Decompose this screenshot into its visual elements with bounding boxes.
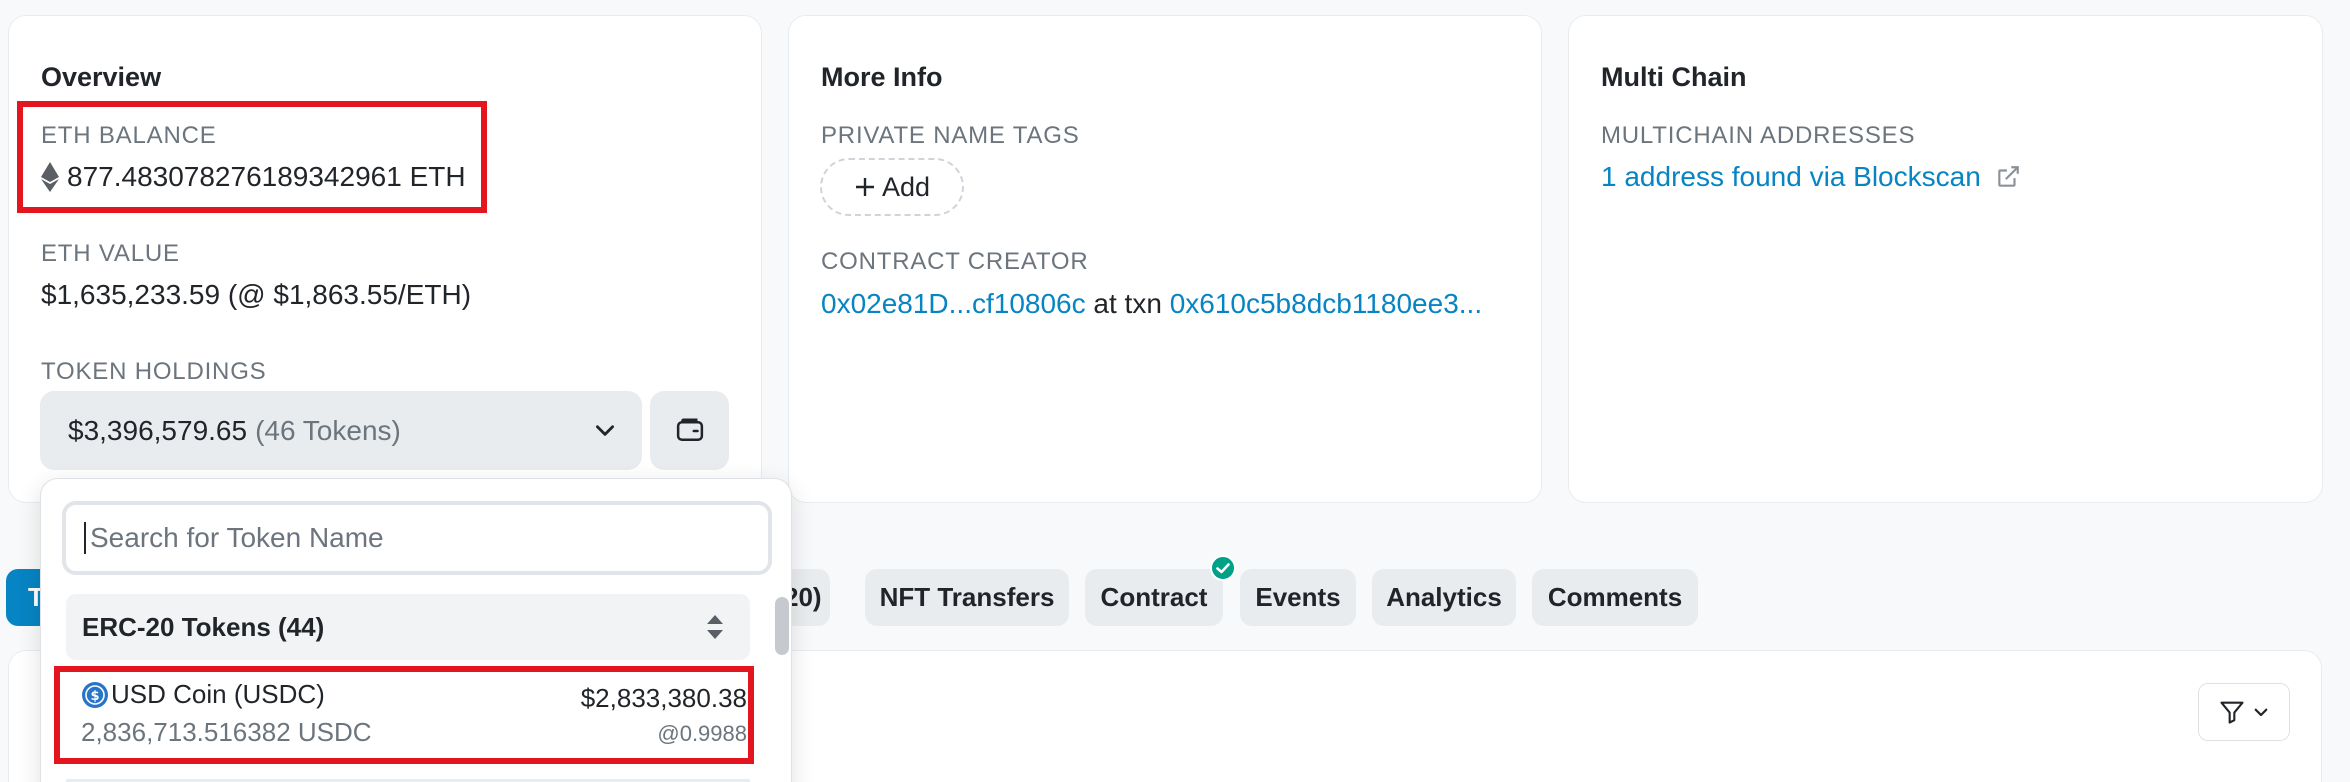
ethereum-icon	[41, 162, 59, 192]
tab-events[interactable]: Events	[1240, 569, 1356, 626]
multi-chain-title: Multi Chain	[1601, 62, 1747, 92]
eth-value-label: ETH VALUE	[41, 240, 180, 267]
add-private-tag-button[interactable]: Add	[820, 158, 964, 216]
dropdown-scrollbar[interactable]	[775, 597, 789, 655]
tab-comments[interactable]: Comments	[1532, 569, 1698, 626]
creator-txn-link[interactable]: 0x610c5b8dcb1180ee3...	[1170, 288, 1482, 319]
eth-balance-label: ETH BALANCE	[41, 122, 217, 149]
multichain-addresses-label: MULTICHAIN ADDRESSES	[1601, 122, 1916, 149]
token-holdings-value: $3,396,579.65	[68, 414, 248, 446]
eth-balance-value: 877.483078276189342961 ETH	[67, 161, 466, 192]
token-holdings-select[interactable]: $3,396,579.65 (46 Tokens)	[40, 391, 642, 470]
token-holdings-count: (46 Tokens)	[255, 414, 401, 446]
token-holdings-label: TOKEN HOLDINGS	[41, 358, 267, 385]
svg-text:$: $	[90, 689, 99, 704]
plus-icon	[855, 178, 874, 196]
tab-analytics[interactable]: Analytics	[1372, 569, 1516, 626]
creator-address-link[interactable]: 0x02e81D...cf10806c	[821, 288, 1086, 319]
more-info-card: More Info PRIVATE NAME TAGS CONTRACT CRE…	[788, 15, 1542, 503]
token-holdings-dropdown: ERC-20 Tokens (44) $ USD Coin (USDC) 2,8…	[40, 478, 792, 782]
erc20-group-label: ERC-20 Tokens (44)	[82, 611, 325, 642]
multi-chain-card: Multi Chain MULTICHAIN ADDRESSES 1 addre…	[1568, 15, 2323, 503]
blockscan-link[interactable]: 1 address found via Blockscan	[1601, 161, 2021, 193]
wallet-icon	[676, 418, 703, 441]
filter-icon	[2220, 701, 2244, 724]
verified-check-icon	[1210, 555, 1236, 581]
token-amount: 2,836,713.516382 USDC	[81, 717, 372, 747]
eth-value: $1,635,233.59 (@ $1,863.55/ETH)	[41, 279, 472, 310]
filter-button[interactable]	[2198, 683, 2290, 741]
overview-title: Overview	[41, 62, 162, 92]
token-row-usdc[interactable]: $ USD Coin (USDC) 2,836,713.516382 USDC …	[61, 671, 761, 761]
contract-creator-label: CONTRACT CREATOR	[821, 248, 1089, 275]
usdc-icon: $	[82, 682, 108, 708]
private-name-tags-label: PRIVATE NAME TAGS	[821, 122, 1080, 149]
sort-icon	[707, 615, 723, 639]
token-value: $2,833,380.38	[580, 683, 747, 713]
external-link-icon	[1998, 166, 2019, 187]
at-txn-text: at txn	[1093, 288, 1162, 319]
blockscan-link-text: 1 address found via Blockscan	[1601, 161, 1981, 192]
token-wallet-button[interactable]	[650, 391, 729, 470]
add-label: Add	[881, 171, 931, 202]
token-rate: @0.9988	[657, 721, 747, 746]
tab-contract[interactable]: Contract	[1085, 569, 1223, 626]
token-search-input[interactable]	[84, 522, 768, 554]
token-name: USD Coin (USDC)	[111, 679, 325, 709]
eth-balance: 877.483078276189342961 ETH	[41, 161, 466, 193]
chevron-down-icon	[596, 425, 614, 436]
chevron-down-icon	[2254, 708, 2268, 717]
tab-nft-transfers[interactable]: NFT Transfers	[865, 569, 1069, 626]
erc20-group-header[interactable]: ERC-20 Tokens (44)	[66, 594, 750, 660]
contract-creator: 0x02e81D...cf10806c at txn 0x610c5b8dcb1…	[821, 288, 1482, 320]
more-info-title: More Info	[821, 62, 943, 92]
token-search-box[interactable]	[62, 501, 772, 575]
